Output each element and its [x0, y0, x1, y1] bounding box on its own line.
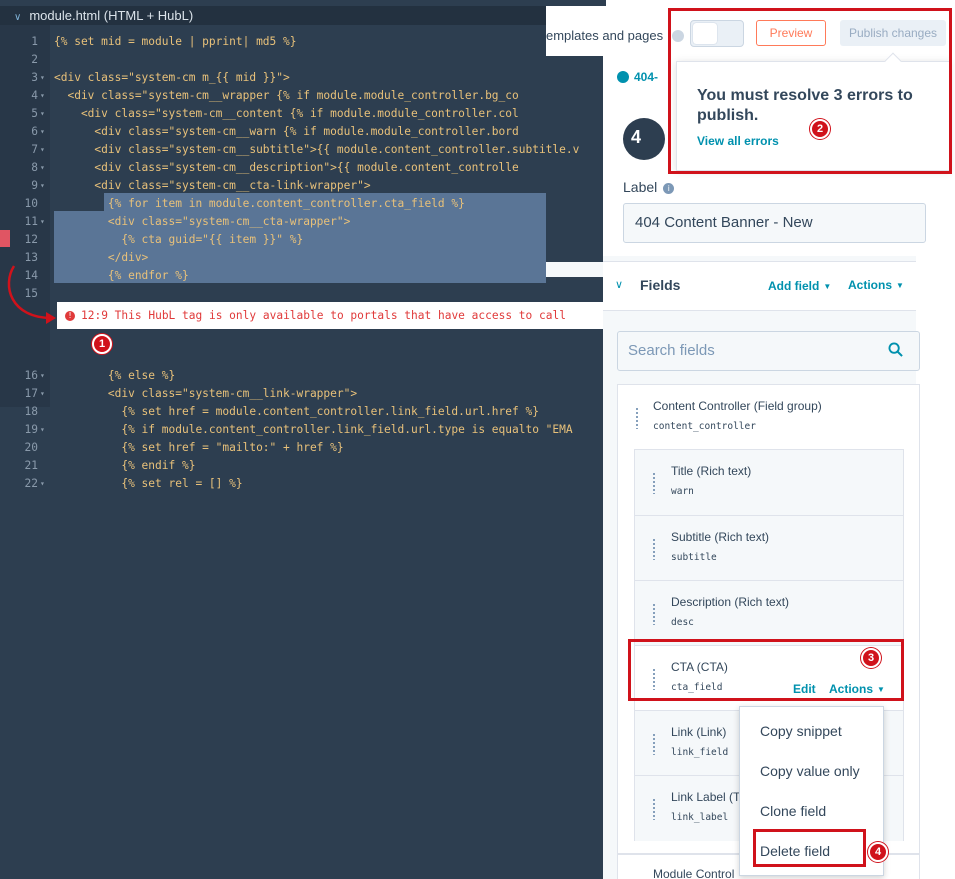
fields-header: ∨ Fields Add field ▼ Actions ▼: [603, 261, 916, 311]
logo-text: 4: [631, 127, 642, 147]
error-message-text: 12:9 This HubL tag is only available to …: [81, 309, 566, 322]
highlight-box: [628, 639, 904, 701]
menu-item-clone-field[interactable]: Clone field: [760, 803, 826, 819]
highlight-box: [668, 8, 952, 174]
fold-caret-icon[interactable]: ▾: [40, 421, 45, 439]
actions-label: Actions: [848, 278, 893, 292]
menu-item-copy-snippet[interactable]: Copy snippet: [760, 723, 842, 739]
field-name: Title (Rich text): [671, 464, 752, 478]
field-card[interactable]: Title (Rich text) warn: [634, 449, 904, 515]
label-title-text: Label: [623, 179, 658, 195]
code-text: {% for item in module.content_controller…: [54, 197, 465, 210]
code-text: <div class="system-cm__subtitle">{{ modu…: [54, 143, 580, 156]
search-placeholder: Search fields: [628, 342, 715, 359]
drag-handle-icon[interactable]: [652, 798, 656, 820]
field-card[interactable]: Description (Rich text) desc: [634, 580, 904, 646]
code-editor: ∨ module.html (HTML + HubL) 1 {% set mid =…: [0, 0, 606, 879]
field-name: Link (Link): [671, 725, 727, 739]
drag-handle-icon[interactable]: [652, 603, 656, 625]
code-text: {% set href = "mailto:" + href %}: [54, 441, 344, 454]
annotation-arrow: [7, 265, 56, 324]
actions-button[interactable]: Actions ▼: [848, 278, 904, 292]
code-text: <div class="system-cm__cta-wrapper">: [54, 215, 351, 228]
field-name: Description (Rich text): [671, 595, 790, 609]
code-text: {% set href = module.content_controller.…: [54, 405, 539, 418]
search-fields-input[interactable]: Search fields: [617, 331, 920, 371]
module-tab-label: 404-: [634, 70, 659, 84]
line-number: 21: [24, 459, 38, 472]
add-field-label: Add field: [768, 279, 820, 293]
fold-caret-icon[interactable]: ▾: [40, 385, 45, 403]
field-name: Link Label (T: [671, 790, 741, 804]
field-name: Subtitle (Rich text): [671, 530, 770, 544]
fold-caret-icon[interactable]: ▾: [40, 367, 45, 385]
field-key: subtitle: [671, 552, 717, 563]
code-text: <div class="system-cm__warn {% if module…: [54, 125, 519, 138]
code-text: <div class="system-cm m_{{ mid }}">: [54, 71, 290, 84]
add-field-button[interactable]: Add field ▼: [768, 279, 831, 293]
drag-handle-icon[interactable]: [635, 407, 639, 429]
line-number: 17: [24, 387, 38, 400]
line-number: 19: [24, 423, 38, 436]
code-text: <div class="system-cm__content {% if mod…: [54, 107, 519, 120]
code-text: <div class="system-cm__link-wrapper">: [54, 387, 358, 400]
code-text: {% set mid = module | pprint| md5 %}: [54, 35, 297, 48]
group-key: content_controller: [653, 421, 756, 432]
label-title: Label i: [623, 179, 675, 195]
field-key: desc: [671, 617, 694, 628]
editor-body[interactable]: 1 {% set mid = module | pprint| md5 %} 2 3 ▾…: [0, 25, 606, 879]
line-number: 18: [24, 405, 38, 418]
label-input[interactable]: 404 Content Banner - New: [623, 203, 926, 243]
line-number: 22: [24, 477, 38, 490]
code-text: <div class="system-cm__wrapper {% if mod…: [54, 89, 519, 102]
editor-title-bar[interactable]: ∨ module.html (HTML + HubL): [0, 6, 546, 25]
fields-title: Fields: [640, 277, 681, 293]
menu-item-copy-value[interactable]: Copy value only: [760, 763, 860, 779]
code-text: {% endif %}: [54, 459, 196, 472]
field-card[interactable]: Subtitle (Rich text) subtitle: [634, 515, 904, 581]
annotation-badge-3: 3: [861, 648, 881, 668]
drag-handle-icon[interactable]: [652, 733, 656, 755]
code-text: <div class="system-cm__description">{{ m…: [54, 161, 519, 174]
info-icon[interactable]: i: [663, 183, 675, 194]
annotation-badge-4: 4: [868, 842, 888, 862]
chevron-down-icon[interactable]: ∨: [615, 278, 623, 291]
caret-down-icon: ▼: [896, 281, 904, 290]
line-number: 16: [24, 369, 38, 382]
code-text: {% if module.content_controller.link_fie…: [54, 423, 573, 436]
code-text: {% set rel = [] %}: [54, 477, 243, 490]
group-name: Module Control: [653, 867, 735, 879]
drag-handle-icon[interactable]: [652, 538, 656, 560]
code-text: {% else %}: [54, 369, 176, 382]
error-message-line: ! 12:9 This HubL tag is only available to…: [57, 302, 606, 329]
field-key: warn: [671, 486, 694, 497]
search-icon[interactable]: [888, 342, 903, 357]
drag-handle-icon[interactable]: [652, 472, 656, 494]
field-key: link_label: [671, 812, 729, 823]
line-number: 20: [24, 441, 38, 454]
highlight-box: [753, 829, 866, 867]
annotation-badge-2: 2: [810, 119, 830, 139]
group-name: Content Controller (Field group): [653, 399, 822, 413]
templates-pages-label[interactable]: emplates and pages: [546, 28, 663, 43]
caret-down-icon: ▼: [823, 282, 832, 291]
code-text: <div class="system-cm__cta-link-wrapper"…: [54, 179, 371, 192]
fold-caret-icon[interactable]: ▾: [40, 475, 45, 493]
module-tab[interactable]: 404-: [617, 70, 658, 84]
module-logo: 4: [623, 118, 665, 160]
annotation-badge-1: 1: [92, 334, 112, 354]
module-icon: [617, 71, 629, 83]
code-text: {% cta guid="{{ item }}" %}: [54, 233, 304, 246]
field-key: link_field: [671, 747, 729, 758]
